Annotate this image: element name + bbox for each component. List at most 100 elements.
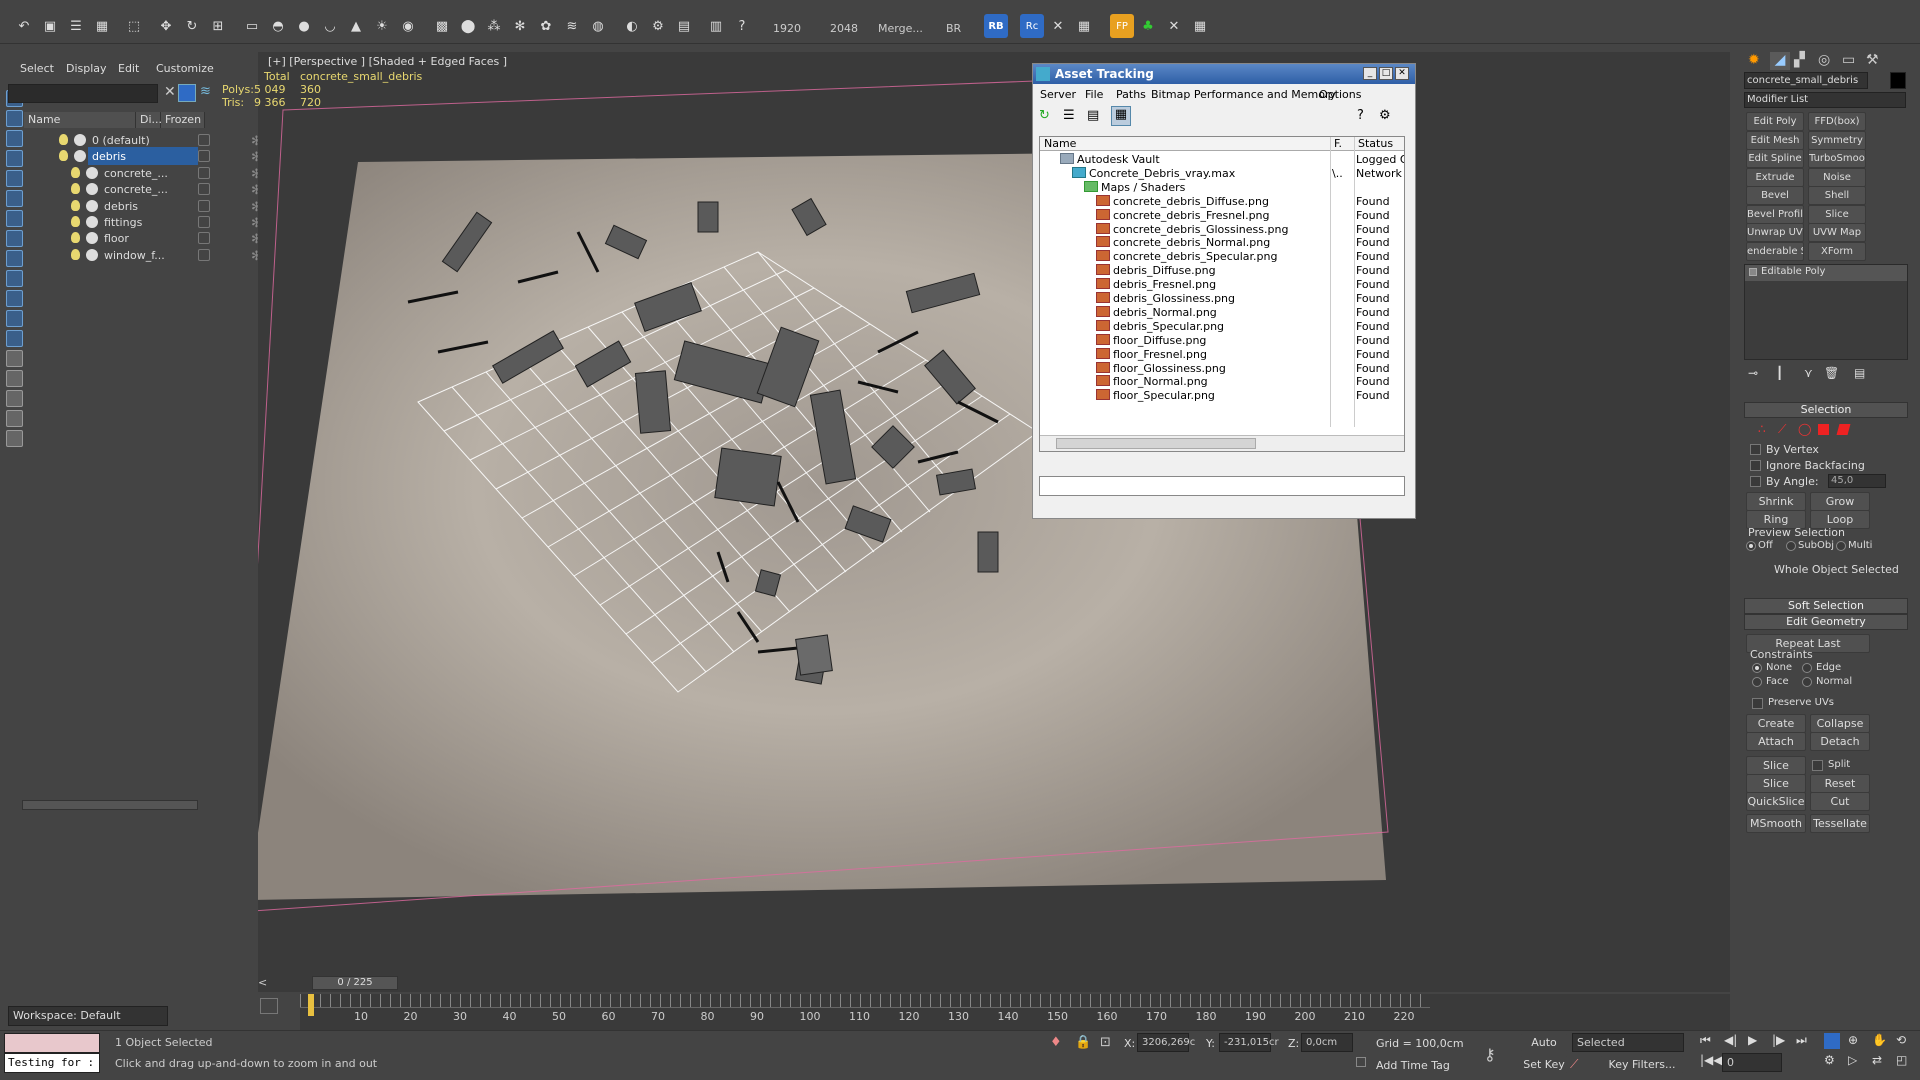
x-coordinate-input[interactable]: 3206,269c — [1137, 1033, 1195, 1052]
merge-button[interactable]: Merge... — [878, 22, 923, 35]
ignore-backfacing-checkbox[interactable] — [1750, 460, 1761, 471]
vertex-icon[interactable]: ∴ — [1758, 422, 1766, 436]
plane-icon[interactable]: ▭ — [240, 14, 264, 38]
refresh-icon[interactable]: ↻ — [1039, 108, 1055, 124]
sun-icon[interactable]: ☀ — [370, 14, 394, 38]
modifier-button[interactable]: UVW Map — [1808, 223, 1866, 242]
table-view-icon[interactable]: ▦ — [1111, 106, 1131, 126]
show-end-result-icon[interactable]: ┃ — [1776, 366, 1783, 380]
asset-hscrollbar[interactable] — [1040, 435, 1404, 451]
visibility-bulb-icon[interactable] — [71, 248, 80, 260]
hair-icon[interactable]: ≋ — [560, 14, 584, 38]
clear-search-icon[interactable]: ✕ — [164, 84, 176, 100]
asset-menu-options[interactable]: Options — [1319, 88, 1361, 101]
display-toggle-icon[interactable] — [198, 248, 210, 261]
visibility-bulb-icon[interactable] — [71, 232, 80, 244]
z-coordinate-input[interactable]: 0,0cm — [1301, 1033, 1353, 1052]
modifier-button[interactable]: XForm — [1808, 241, 1866, 261]
scene-search-input[interactable] — [8, 84, 158, 103]
tools-icon[interactable]: ✕ — [1046, 14, 1070, 38]
object-color-swatch[interactable] — [1890, 72, 1906, 89]
object-name-input[interactable]: concrete_small_debris — [1744, 72, 1868, 89]
move-icon[interactable]: ✥ — [154, 14, 178, 38]
visibility-bulb-icon[interactable] — [71, 199, 80, 211]
asset-menu-file[interactable]: File — [1085, 88, 1103, 101]
orbit-icon[interactable]: ⟲ — [1896, 1033, 1906, 1047]
help-icon[interactable]: ? — [1357, 108, 1373, 124]
debris-chunk-isolated[interactable] — [795, 634, 833, 676]
render-icon[interactable]: ▤ — [672, 14, 696, 38]
invert-icon[interactable] — [6, 350, 23, 367]
proxy-icon[interactable]: ⬤ — [456, 14, 480, 38]
visibility-bulb-icon[interactable] — [59, 150, 68, 162]
scene-row[interactable]: window_f... ✻ — [20, 245, 262, 265]
close-button[interactable]: ✕ — [1395, 67, 1409, 80]
preview-off-radio[interactable] — [1746, 541, 1756, 551]
scale-icon[interactable]: ⊞ — [206, 14, 230, 38]
selection-set-dropdown[interactable]: Selected — [1572, 1033, 1684, 1052]
undo-icon[interactable]: ↶ — [12, 14, 36, 38]
sync-selection-icon[interactable]: ≋ — [200, 84, 211, 99]
cut-button[interactable]: Cut — [1810, 792, 1870, 811]
display-bones-icon[interactable] — [6, 270, 23, 287]
remove-modifier-icon[interactable]: 🗑 — [1824, 366, 1839, 380]
column-frozen[interactable]: Frozen — [161, 112, 205, 128]
maxscript-listener-pink[interactable] — [4, 1033, 100, 1053]
modifier-button[interactable]: Symmetry — [1808, 130, 1866, 150]
fur-icon[interactable]: ⁂ — [482, 14, 506, 38]
pan-icon[interactable]: ✋ — [1872, 1033, 1887, 1047]
display-toggle-icon[interactable] — [198, 166, 210, 179]
stack-expand-icon[interactable] — [1749, 268, 1757, 276]
modifier-button[interactable]: Extrude — [1746, 167, 1804, 187]
modifier-button[interactable]: Edit Poly — [1746, 112, 1804, 131]
select-icon[interactable]: ⬚ — [122, 14, 146, 38]
scene-scrollbar[interactable] — [22, 800, 198, 810]
render-frame-icon[interactable]: ▣ — [38, 14, 62, 38]
display-particles-icon[interactable] — [6, 290, 23, 307]
rotate-icon[interactable]: ↻ — [180, 14, 204, 38]
reset-plane-button[interactable]: Reset Plane — [1810, 774, 1870, 807]
modifier-button[interactable]: Edit Mesh — [1746, 130, 1804, 150]
isolate-icon[interactable]: ♦ — [1050, 1035, 1062, 1050]
constraint-normal-radio[interactable] — [1802, 677, 1812, 687]
bake-icon[interactable]: ▥ — [704, 14, 728, 38]
y-coordinate-input[interactable]: -231,015cr — [1219, 1033, 1279, 1052]
shell-icon[interactable]: ◍ — [586, 14, 610, 38]
visibility-bulb-icon[interactable] — [71, 166, 80, 178]
asset-menu-bitmap[interactable]: Bitmap Performance and Memory — [1151, 88, 1336, 101]
quickslice-button[interactable]: QuickSlice — [1746, 792, 1806, 811]
modifier-button[interactable]: Slice — [1808, 204, 1866, 224]
curve-editor-icon[interactable] — [260, 998, 278, 1014]
border-icon[interactable]: ◯ — [1798, 422, 1811, 436]
column-display[interactable]: Di... — [136, 112, 162, 128]
soft-selection-rollout[interactable]: Soft Selection — [1744, 598, 1908, 614]
asset-col-status[interactable]: Status — [1358, 137, 1393, 150]
create-button[interactable]: Create — [1746, 714, 1806, 733]
current-frame-input[interactable]: 0 — [1722, 1053, 1782, 1072]
res-height[interactable]: 2048 — [830, 22, 858, 35]
motion-tab-icon[interactable]: ◎ — [1818, 52, 1830, 68]
asset-scroll-thumb[interactable] — [1056, 438, 1256, 449]
modify-tab-icon[interactable]: ◢ — [1770, 52, 1790, 70]
msmooth-button[interactable]: MSmooth — [1746, 814, 1806, 833]
display-toggle-icon[interactable] — [198, 150, 210, 163]
visibility-bulb-icon[interactable] — [71, 216, 80, 227]
field-of-view-icon[interactable]: ▷ — [1848, 1053, 1857, 1067]
constraint-edge-radio[interactable] — [1802, 663, 1812, 673]
table-icon[interactable]: ▦ — [90, 14, 114, 38]
trackbar[interactable]: 10 20 30 40 50 60 70 80 90 100 110 120 130 140 150 160 1… — [260, 994, 1730, 1030]
display-toggle-icon[interactable] — [198, 199, 210, 212]
rb-button[interactable]: RB — [984, 14, 1008, 38]
go-to-start-icon[interactable]: ⏮ — [1700, 1033, 1711, 1048]
detach-button[interactable]: Detach — [1810, 732, 1870, 751]
rc-button[interactable]: Rc — [1020, 14, 1044, 38]
key-filters-button[interactable]: Key Filters... — [1600, 1055, 1684, 1074]
go-to-end-icon[interactable]: ⏭ — [1796, 1033, 1807, 1048]
modifier-button[interactable]: Edit Spline — [1746, 149, 1804, 168]
slice-plane-button[interactable]: Slice Plane — [1746, 756, 1806, 789]
asset-row[interactable]: floor_Specular.png Found — [1040, 387, 1404, 404]
asset-menu-paths[interactable]: Paths — [1116, 88, 1146, 101]
cone-icon[interactable]: ▲ — [344, 14, 368, 38]
modifier-button[interactable]: Bevel Profile — [1746, 204, 1804, 224]
modifier-button[interactable]: TurboSmooth — [1808, 149, 1866, 168]
